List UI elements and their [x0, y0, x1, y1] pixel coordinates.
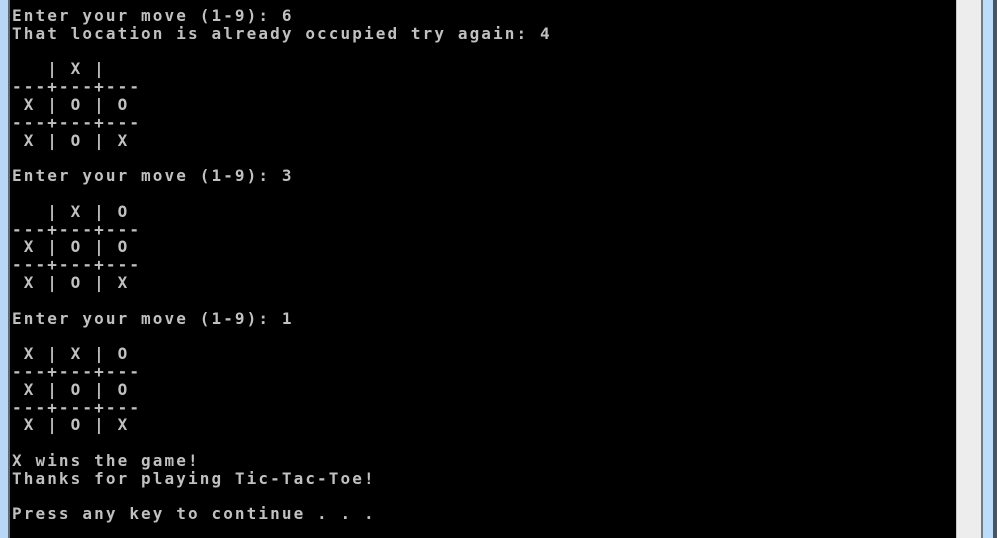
console-line: | X | O [12, 201, 130, 221]
console-line: X | O | X [12, 415, 130, 435]
console-line: ---+---+--- [12, 112, 142, 132]
console-line: X wins the game! [12, 451, 200, 470]
console-line: ---+---+--- [12, 255, 142, 275]
console-line: ---+---+--- [12, 219, 142, 239]
console-line: Enter your move (1-9): 1 [12, 308, 294, 328]
console-line: That location is already occupied try ag… [12, 23, 552, 43]
vertical-scrollbar[interactable] [956, 0, 982, 538]
console-line: Enter your move (1-9): 3 [12, 166, 294, 186]
console-line: X | O | O [12, 379, 130, 399]
console-line: X | O | O [12, 95, 130, 114]
console-line: X | O | X [12, 273, 130, 292]
console-line: Thanks for playing Tic-Tac-Toe! [12, 468, 376, 488]
console-line: Enter your move (1-9): 6 [12, 6, 294, 25]
console-line: | X | [12, 59, 106, 79]
console-line: ---+---+--- [12, 397, 142, 417]
window-frame-right [983, 0, 993, 538]
window-frame-right-outer [993, 0, 997, 538]
console-line: Press any key to continue . . . [12, 504, 376, 524]
console-line: ---+---+--- [12, 362, 142, 381]
console-output[interactable]: Enter your move (1-9): 6 That location is… [10, 0, 955, 538]
console-line: X | O | O [12, 237, 130, 257]
window-frame-left [0, 0, 8, 538]
console-line: X | X | O [12, 344, 130, 364]
console-line: X | O | X [12, 130, 130, 150]
console-line: ---+---+--- [12, 77, 142, 97]
